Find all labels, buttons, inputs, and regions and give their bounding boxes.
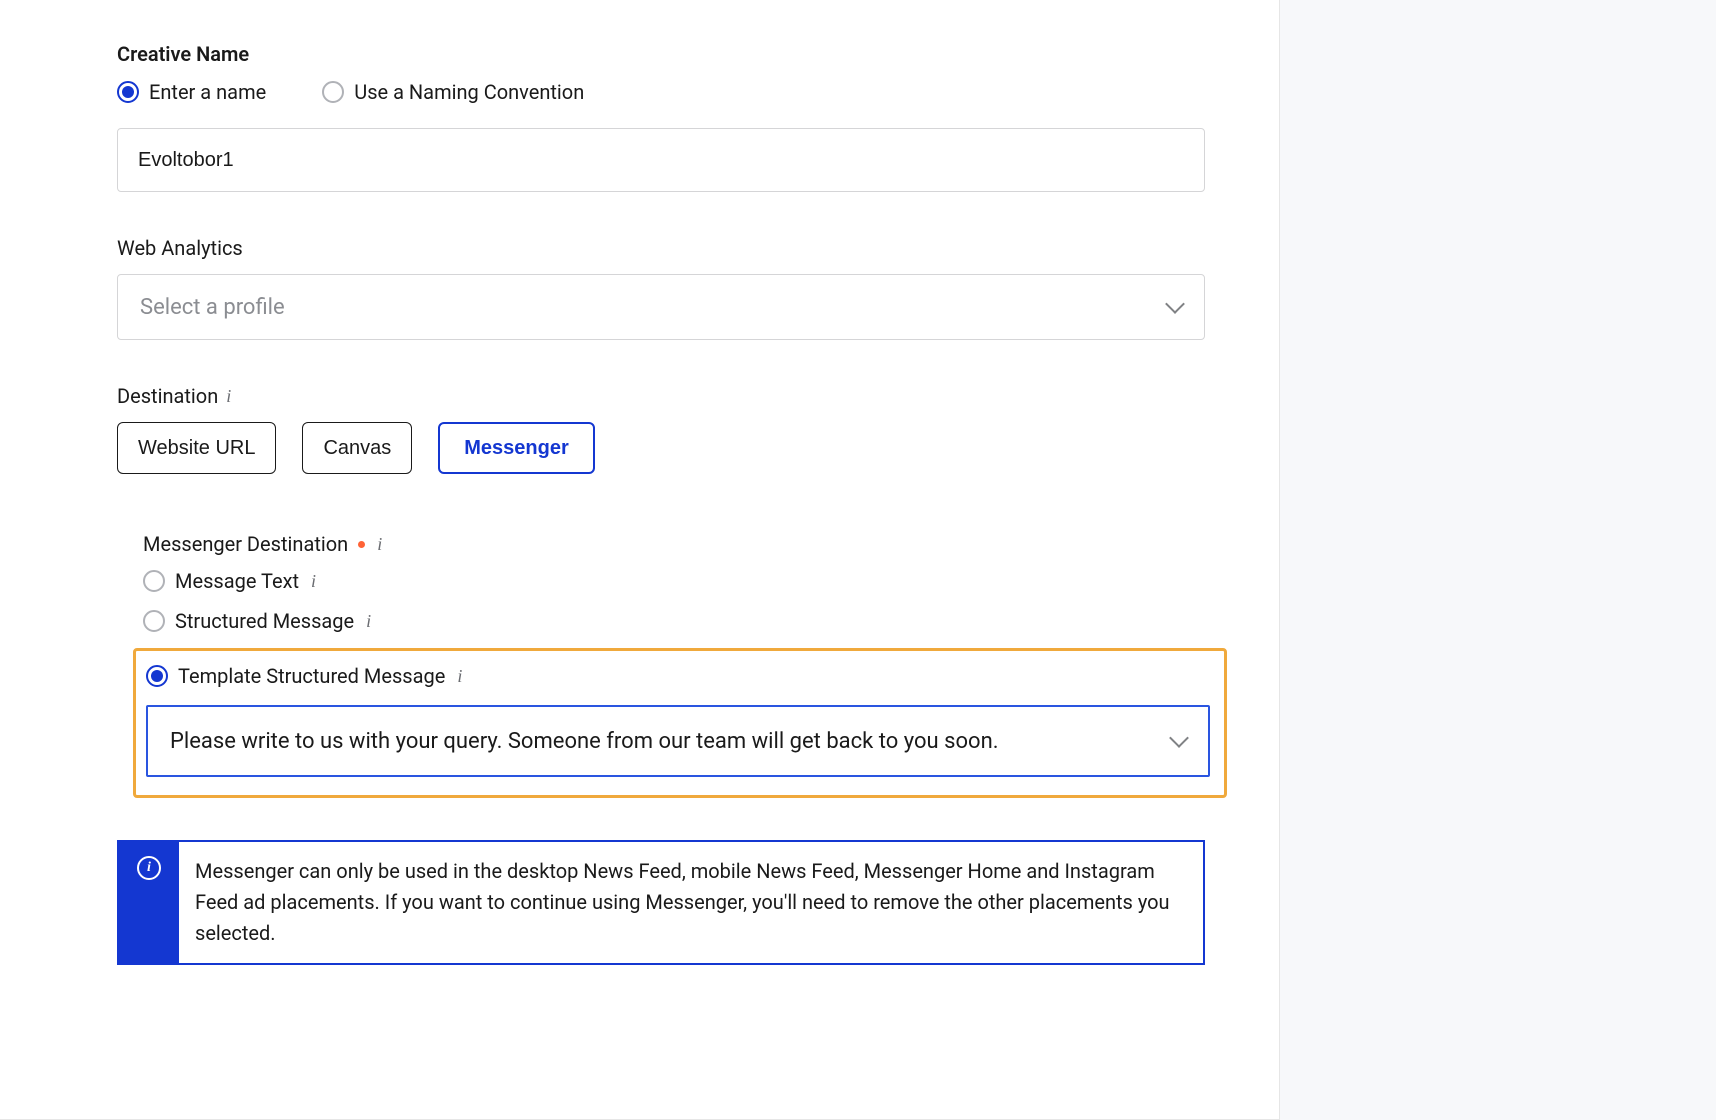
info-icon[interactable]: i: [226, 386, 231, 407]
chevron-down-icon: [1169, 728, 1189, 748]
radio-template-structured-message[interactable]: Template Structured Message i: [146, 661, 1216, 691]
radio-label: Template Structured Message: [178, 664, 445, 688]
form-panel: Creative Name Enter a name Use a Naming …: [0, 0, 1280, 1120]
radio-enter-a-name[interactable]: Enter a name: [117, 80, 266, 104]
creative-name-input[interactable]: [117, 128, 1205, 192]
radio-icon: [322, 81, 344, 103]
radio-icon: [146, 665, 168, 687]
info-icon[interactable]: i: [311, 571, 316, 592]
template-select-value: Please write to us with your query. Some…: [170, 729, 999, 754]
radio-label: Use a Naming Convention: [354, 80, 584, 104]
info-banner-text: Messenger can only be used in the deskto…: [179, 842, 1203, 963]
radio-structured-message[interactable]: Structured Message i: [143, 606, 1205, 636]
info-banner-accent: i: [119, 842, 179, 963]
destination-messenger-button[interactable]: Messenger: [438, 422, 595, 474]
radio-icon: [143, 610, 165, 632]
messenger-destination-label: Messenger Destination: [143, 532, 348, 556]
info-icon: i: [137, 856, 161, 880]
radio-use-naming-convention[interactable]: Use a Naming Convention: [322, 80, 584, 104]
radio-label: Message Text: [175, 569, 299, 593]
radio-label: Enter a name: [149, 80, 266, 104]
radio-message-text[interactable]: Message Text i: [143, 566, 1205, 596]
chevron-down-icon: [1165, 294, 1185, 314]
info-icon[interactable]: i: [377, 534, 382, 555]
radio-label: Structured Message: [175, 609, 354, 633]
destination-website-button[interactable]: Website URL: [117, 422, 276, 474]
web-analytics-select[interactable]: Select a profile: [117, 274, 1205, 340]
destination-label: Destination: [117, 384, 218, 408]
info-icon[interactable]: i: [366, 611, 371, 632]
template-highlight: Template Structured Message i Please wri…: [133, 648, 1227, 798]
radio-icon: [143, 570, 165, 592]
messenger-info-banner: i Messenger can only be used in the desk…: [117, 840, 1205, 965]
creative-name-label: Creative Name: [117, 42, 1205, 66]
select-placeholder: Select a profile: [140, 295, 285, 320]
radio-icon: [117, 81, 139, 103]
required-indicator: [358, 541, 365, 548]
info-icon[interactable]: i: [457, 666, 462, 687]
template-message-select[interactable]: Please write to us with your query. Some…: [146, 705, 1210, 777]
right-gutter: [1280, 0, 1716, 1120]
web-analytics-label: Web Analytics: [117, 236, 1205, 260]
destination-canvas-button[interactable]: Canvas: [302, 422, 412, 474]
